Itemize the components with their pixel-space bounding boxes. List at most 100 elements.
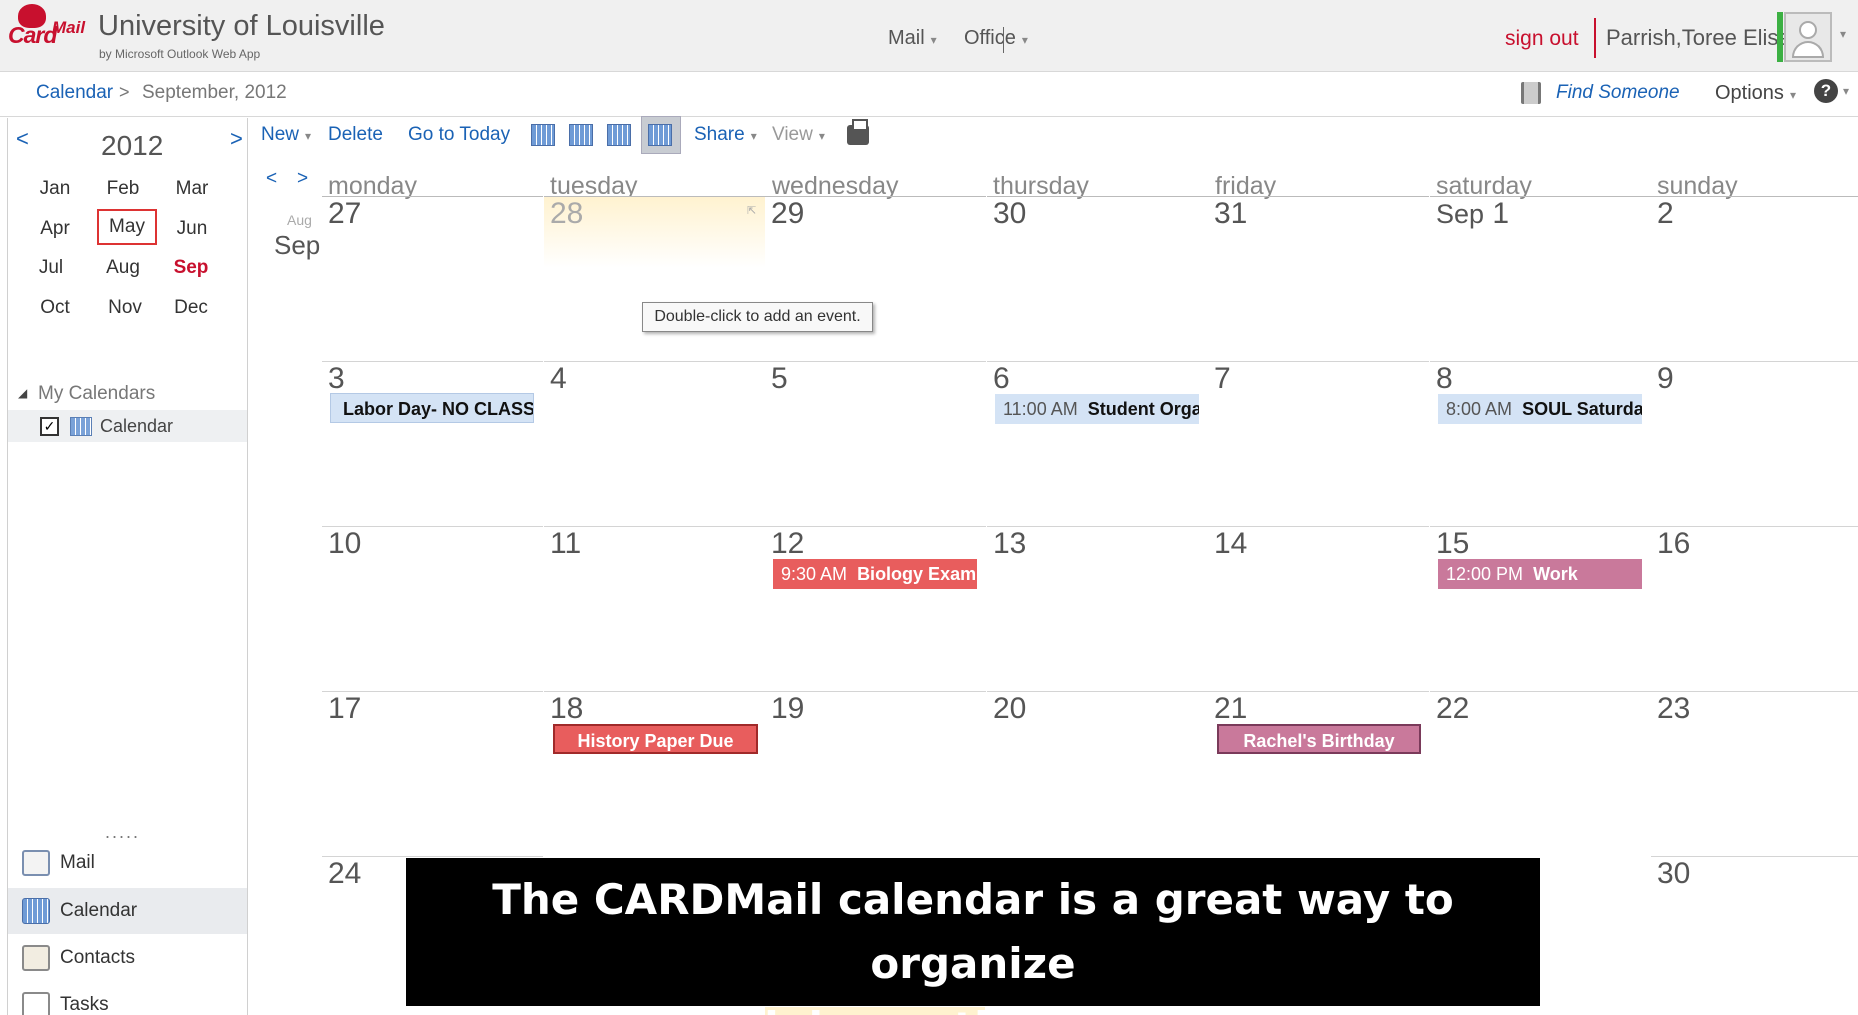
event-soul-saturday[interactable]: 8:00 AM SOUL Saturda	[1438, 394, 1642, 424]
day-cell[interactable]: 7	[1208, 361, 1429, 525]
event-title: Labor Day- NO CLASS	[343, 399, 534, 419]
calendar-list-item[interactable]: ✓ Calendar	[8, 410, 247, 442]
day-cell[interactable]: 13	[987, 526, 1208, 690]
day-cell[interactable]: 23	[1651, 691, 1858, 855]
new-button[interactable]: New ▾	[261, 124, 311, 146]
user-name[interactable]: Parrish,Toree Elise	[1606, 25, 1791, 51]
day-number: 1	[1492, 197, 1510, 230]
day-cell[interactable]: 5	[765, 361, 986, 525]
print-icon[interactable]	[847, 119, 869, 145]
day-cell[interactable]: 9	[1651, 361, 1858, 525]
event-title: History Paper Due	[577, 731, 734, 751]
day-cell[interactable]: 19	[765, 691, 986, 855]
view-button[interactable]: View ▾	[772, 124, 825, 146]
find-someone-input[interactable]: Find Someone	[1556, 82, 1680, 104]
month-prefix: Sep	[1436, 199, 1485, 229]
office-menu[interactable]: Office ▾	[964, 27, 1028, 50]
go-to-today-button[interactable]: Go to Today	[408, 124, 510, 146]
month-mar[interactable]: Mar	[162, 171, 222, 207]
day-cell[interactable]: 16	[1651, 526, 1858, 690]
divider	[1594, 18, 1596, 58]
options-menu[interactable]: Options ▾	[1715, 82, 1796, 105]
month-aug[interactable]: Aug	[93, 250, 153, 286]
day-cell[interactable]: 11	[544, 526, 765, 690]
day-cell[interactable]: 14	[1208, 526, 1429, 690]
day-cell[interactable]: Sep 1	[1430, 196, 1651, 360]
event-time: 9:30 AM	[781, 564, 848, 584]
day-cell[interactable]: 12	[765, 526, 986, 690]
nav-calendar[interactable]: Calendar	[8, 888, 247, 934]
add-event-tooltip: Double-click to add an event.	[642, 302, 873, 332]
event-time: 8:00 AM	[1446, 399, 1513, 419]
address-book-icon[interactable]	[1521, 82, 1541, 104]
nav-tasks[interactable]: Tasks	[8, 982, 247, 1015]
day-cell[interactable]: 8	[1430, 361, 1651, 525]
previous-year-button[interactable]: <	[16, 126, 29, 152]
my-calendars-heading[interactable]: My Calendars	[38, 383, 155, 405]
day-cell[interactable]: 22	[1430, 691, 1651, 855]
month-jul[interactable]: Jul	[21, 250, 81, 286]
sign-out-link[interactable]: sign out	[1505, 27, 1579, 51]
month-nov[interactable]: Nov	[95, 290, 155, 326]
next-year-button[interactable]: >	[230, 126, 243, 152]
collapse-triangle-icon[interactable]: ◢	[18, 386, 27, 400]
event-biology-exam[interactable]: 9:30 AM Biology Exam	[773, 559, 977, 589]
event-time: 12:00 PM	[1446, 564, 1524, 584]
top-header: Card Mail University of Louisville by Mi…	[0, 0, 1858, 72]
month-may[interactable]: May	[97, 209, 157, 245]
day-cell[interactable]: 30	[987, 196, 1208, 360]
share-button[interactable]: Share ▾	[694, 124, 757, 146]
event-labor-day[interactable]: Labor Day- NO CLASS	[330, 393, 534, 423]
day-view-icon[interactable]	[531, 124, 555, 146]
previous-month-button[interactable]: <	[266, 168, 277, 190]
day-cell-today[interactable]: 28	[544, 196, 765, 360]
day-cell[interactable]: 17	[322, 691, 543, 855]
nav-contacts[interactable]: Contacts	[8, 935, 247, 981]
breadcrumb-calendar-link[interactable]: Calendar	[36, 82, 113, 104]
month-apr[interactable]: Apr	[25, 211, 85, 247]
event-title: Work	[1533, 564, 1578, 584]
day-cell[interactable]: 21	[1208, 691, 1429, 855]
day-cell[interactable]: 4	[544, 361, 765, 525]
day-number: 8	[1436, 362, 1453, 395]
event-history-paper[interactable]: History Paper Due	[553, 724, 758, 754]
caption-line-2: schoolwork, club meetings, and social da…	[406, 996, 1540, 1015]
help-icon[interactable]: ?	[1814, 79, 1838, 103]
month-jun[interactable]: Jun	[162, 211, 222, 247]
month-oct[interactable]: Oct	[25, 290, 85, 326]
work-week-view-icon[interactable]	[569, 124, 593, 146]
event-work[interactable]: 12:00 PM Work	[1438, 559, 1642, 589]
day-cell[interactable]: 10	[322, 526, 543, 690]
month-jan[interactable]: Jan	[25, 171, 85, 207]
day-cell[interactable]: 15	[1430, 526, 1651, 690]
month-sep[interactable]: Sep	[161, 250, 221, 286]
month-feb[interactable]: Feb	[93, 171, 153, 207]
day-cell[interactable]: 20	[987, 691, 1208, 855]
month-dec[interactable]: Dec	[161, 290, 221, 326]
chevron-down-icon[interactable]: ▾	[1843, 84, 1849, 98]
avatar-head-icon	[1799, 21, 1817, 39]
day-cell[interactable]: 27	[322, 196, 543, 360]
chevron-down-icon[interactable]: ▾	[1840, 27, 1846, 41]
task-clipboard-icon	[22, 992, 50, 1015]
delete-button[interactable]: Delete	[328, 124, 383, 146]
mail-menu[interactable]: Mail ▾	[888, 27, 937, 50]
day-cell[interactable]: 18	[544, 691, 765, 855]
event-title: Rachel's Birthday	[1243, 731, 1395, 751]
next-month-button[interactable]: >	[297, 168, 308, 190]
day-cell[interactable]: 29	[765, 196, 986, 360]
event-student-org[interactable]: 11:00 AM Student Orga	[995, 394, 1199, 424]
day-cell[interactable]: 6	[987, 361, 1208, 525]
day-cell[interactable]: 30	[1651, 856, 1858, 1015]
event-rachels-birthday[interactable]: Rachel's Birthday	[1217, 724, 1421, 754]
avatar[interactable]	[1784, 12, 1832, 62]
day-cell[interactable]: 2	[1651, 196, 1858, 360]
calendar-checkbox[interactable]: ✓	[40, 417, 59, 436]
month-view-icon[interactable]	[648, 124, 672, 146]
day-number: 4	[550, 362, 567, 395]
day-cell[interactable]: 31	[1208, 196, 1429, 360]
week-view-icon[interactable]	[607, 124, 631, 146]
day-cell[interactable]: 3	[322, 361, 543, 525]
day-number: 10	[328, 527, 362, 560]
nav-mail[interactable]: Mail	[8, 840, 247, 886]
